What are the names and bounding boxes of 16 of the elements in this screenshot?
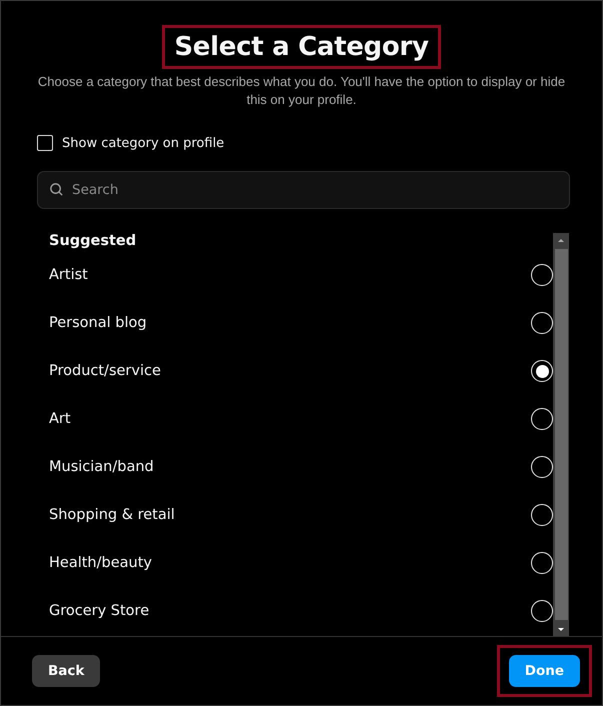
category-option[interactable]: Musician/band — [49, 459, 154, 475]
category-option[interactable]: Personal blog — [49, 315, 147, 331]
checkbox[interactable] — [37, 135, 53, 151]
category-option[interactable]: Artist — [49, 267, 88, 283]
scrollbar[interactable] — [553, 233, 569, 636]
category-option[interactable]: Product/service — [49, 363, 161, 379]
category-option[interactable]: Art — [49, 411, 71, 427]
dialog-description: Choose a category that best describes what you do. You'll have the option to display or hide this on your profile. — [36, 73, 566, 109]
search-field[interactable]: Search — [37, 171, 570, 209]
category-option[interactable]: Shopping & retail — [49, 507, 175, 523]
dialog-title: Select a Category — [162, 25, 441, 69]
category-option[interactable]: Grocery Store — [49, 603, 150, 619]
checkbox-label[interactable]: Show category on profile — [62, 136, 224, 150]
section-heading: Suggested — [49, 233, 138, 251]
category-option[interactable]: Health/beauty — [49, 555, 152, 571]
back-button[interactable]: Back — [32, 655, 100, 687]
